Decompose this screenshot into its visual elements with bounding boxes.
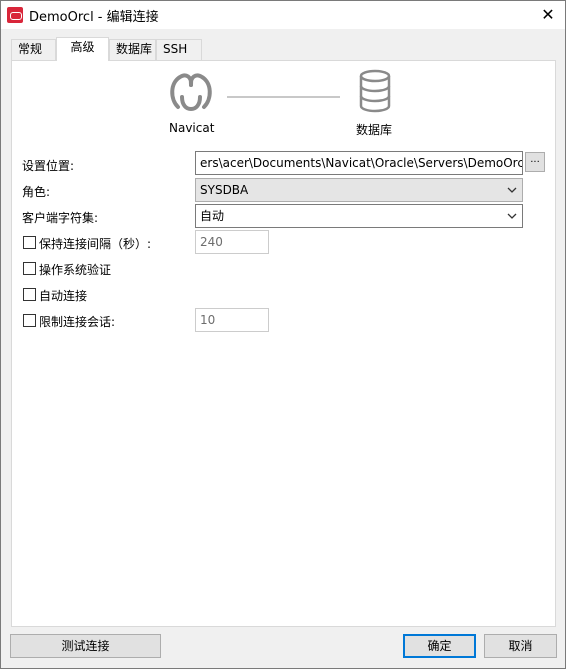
keepalive-label: 保持连接间隔（秒）: [39,237,152,251]
cancel-button[interactable]: 取消 [484,634,557,658]
title-bar: DemoOrcl - 编辑连接 ✕ [1,1,565,29]
connection-line [227,96,340,98]
database-icon [359,69,391,113]
test-connection-button[interactable]: 测试连接 [10,634,161,658]
role-value: SYSDBA [200,183,249,197]
navicat-label: Navicat [169,121,215,135]
tab-ssh[interactable]: SSH [156,39,202,60]
navicat-logo-icon [170,73,212,112]
close-button[interactable]: ✕ [537,4,559,26]
tab-general[interactable]: 常规 [11,39,56,60]
role-label: 角色: [22,185,51,199]
chevron-down-icon [507,213,517,219]
limit-sessions-field[interactable]: 10 [195,308,269,332]
settings-location-field[interactable]: ers\acer\Documents\Navicat\Oracle\Server… [195,151,523,175]
edit-connection-dialog: DemoOrcl - 编辑连接 ✕ 常规 高级 数据库 SSH Navicat … [0,0,566,669]
client-charset-value: 自动 [200,209,225,223]
role-select[interactable]: SYSDBA [195,178,523,202]
keepalive-checkbox[interactable] [23,236,36,249]
client-charset-select[interactable]: 自动 [195,204,523,228]
chevron-down-icon [507,187,517,193]
advanced-panel: Navicat 数据库 设置位置: ers\acer\Documents\Nav… [11,60,556,627]
keepalive-interval-field[interactable]: 240 [195,230,269,254]
settings-location-label: 设置位置: [22,159,75,173]
os-auth-label: 操作系统验证 [39,263,112,277]
auto-connect-label: 自动连接 [39,289,88,303]
limit-sessions-label: 限制连接会话: [39,315,116,329]
auto-connect-checkbox[interactable] [23,288,36,301]
tab-database[interactable]: 数据库 [109,39,156,60]
tab-advanced[interactable]: 高级 [56,37,109,61]
window-title: DemoOrcl - 编辑连接 [29,10,159,25]
browse-button[interactable]: ... [525,152,545,172]
limit-sessions-checkbox[interactable] [23,314,36,327]
ok-button[interactable]: 确定 [403,634,476,658]
os-auth-checkbox[interactable] [23,262,36,275]
database-label: 数据库 [356,123,393,137]
oracle-app-icon [7,7,23,23]
client-charset-label: 客户端字符集: [22,211,99,225]
